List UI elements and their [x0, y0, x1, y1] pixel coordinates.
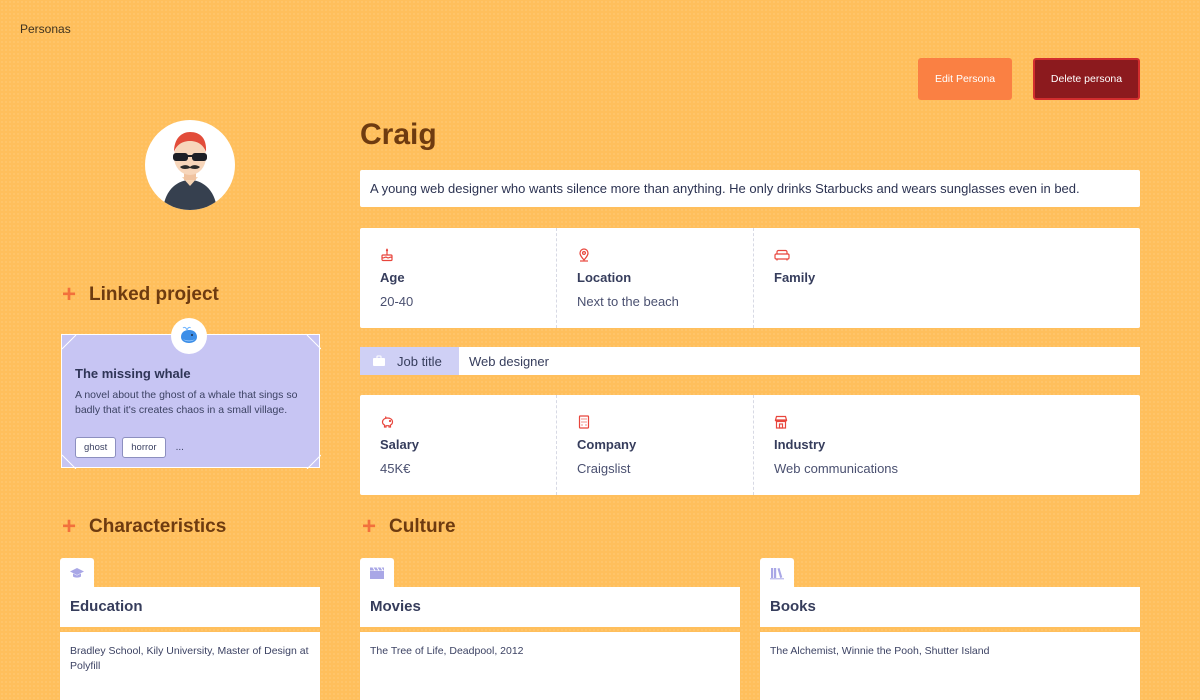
personal-info-card: Age 20-40 Location Next to the beach Fam… — [360, 228, 1140, 328]
industry-label: Industry — [774, 437, 826, 452]
movies-value: The Tree of Life, Deadpool, 2012 — [360, 632, 740, 700]
add-culture-icon[interactable]: + — [362, 515, 376, 539]
culture-heading-label: Culture — [389, 516, 456, 537]
characteristics-heading: + Characteristics — [62, 515, 226, 539]
piggy-bank-icon — [380, 415, 394, 429]
tag-ghost[interactable]: ghost — [75, 437, 117, 458]
whale-icon — [181, 326, 197, 343]
job-title-label: Job title — [397, 353, 442, 369]
tag-horror[interactable]: horror — [122, 437, 166, 458]
job-title-value: Web designer — [469, 353, 549, 369]
characteristics-heading-label: Characteristics — [89, 516, 227, 537]
graduation-cap-icon — [70, 568, 84, 578]
age-label: Age — [380, 270, 405, 285]
books-icon — [770, 568, 784, 580]
more-tags[interactable]: ... — [176, 442, 184, 453]
salary-value: 45K€ — [380, 461, 411, 476]
movies-tab — [360, 558, 394, 588]
add-characteristic-icon[interactable]: + — [62, 515, 76, 539]
books-tab — [760, 558, 794, 588]
building-icon — [577, 415, 591, 429]
company-label: Company — [577, 437, 637, 452]
age-value: 20-40 — [380, 294, 414, 309]
linked-project-card[interactable]: The missing whale A novel about the ghos… — [61, 334, 321, 469]
linked-project-heading: + Linked project — [62, 283, 219, 307]
project-description: A novel about the ghost of a whale that … — [75, 389, 298, 416]
education-tab — [60, 558, 94, 588]
job-title-tag: Job title — [360, 347, 459, 375]
company-value: Craigslist — [577, 461, 631, 476]
cake-icon — [380, 248, 394, 262]
avatar — [145, 120, 235, 210]
persona-name: Craig — [360, 118, 437, 151]
edit-persona-button[interactable]: Edit Persona — [918, 58, 1012, 100]
location-value: Next to the beach — [577, 294, 679, 309]
industry-cell: Industry Web communications — [754, 395, 1140, 495]
salary-cell: Salary 45K€ — [360, 395, 557, 495]
work-info-card: Salary 45K€ Company Craigslist Industry … — [360, 395, 1140, 495]
industry-value: Web communications — [774, 461, 899, 476]
movies-title: Movies — [360, 587, 740, 627]
books-title: Books — [760, 587, 1140, 627]
education-title: Education — [60, 587, 320, 627]
education-value: Bradley School, Kily University, Master … — [60, 632, 320, 700]
project-emoji-badge — [171, 318, 207, 354]
location-label: Location — [577, 270, 632, 285]
app-title: Personas — [20, 22, 71, 36]
family-label: Family — [774, 270, 816, 285]
delete-persona-button[interactable]: Delete persona — [1033, 58, 1140, 100]
clapperboard-icon — [370, 567, 384, 579]
location-cell: Location Next to the beach — [557, 228, 754, 328]
linked-project-heading-label: Linked project — [89, 284, 219, 305]
add-linked-project-icon[interactable]: + — [62, 283, 76, 307]
salary-label: Salary — [380, 437, 420, 452]
job-title-row: Job title Web designer — [360, 347, 1140, 375]
project-title: The missing whale — [75, 366, 191, 381]
storefront-icon — [774, 415, 788, 429]
culture-heading: + Culture — [362, 515, 456, 539]
sofa-icon — [774, 248, 790, 262]
books-value: The Alchemist, Winnie the Pooh, Shutter … — [760, 632, 1140, 700]
company-cell: Company Craigslist — [557, 395, 754, 495]
age-cell: Age 20-40 — [360, 228, 557, 328]
briefcase-icon — [373, 355, 385, 366]
persona-description: A young web designer who wants silence m… — [360, 170, 1140, 207]
family-cell: Family — [754, 228, 1140, 328]
location-pin-icon — [577, 248, 591, 262]
project-tags: ghost horror ... — [75, 437, 184, 458]
